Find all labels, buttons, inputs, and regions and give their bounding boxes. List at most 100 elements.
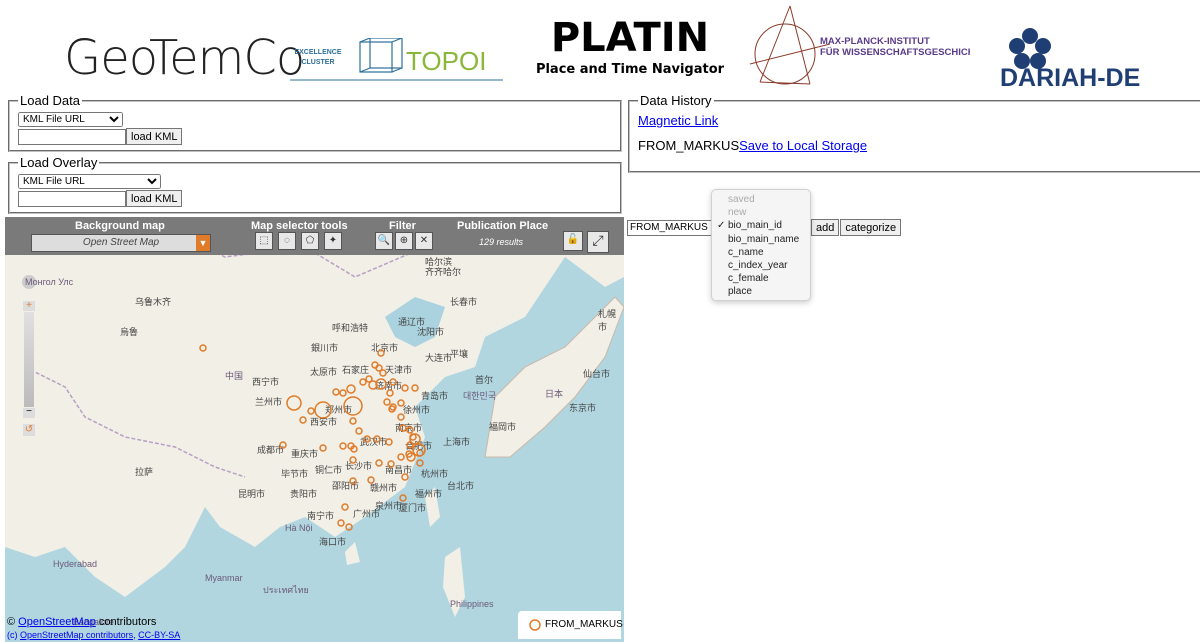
topoi-text: TOPOI xyxy=(406,46,486,76)
checkmark-icon: ✓ xyxy=(717,220,726,232)
dropdown-item-c-female[interactable]: c_female xyxy=(712,272,810,285)
platin-title: PLATIN xyxy=(550,15,710,61)
load-data-source-select[interactable]: KML File URL xyxy=(18,112,123,127)
platin-subtitle: Place and Time Navigator xyxy=(535,62,725,77)
country-label: Монгол Улс xyxy=(25,277,74,287)
city-label: 海口市 xyxy=(319,537,347,547)
city-label: 成都市 xyxy=(257,445,285,455)
city-label: 长春市 xyxy=(450,297,478,307)
mpi-line1: MAX-PLANCK-INSTITUT xyxy=(820,36,930,47)
zoom-in-icon[interactable]: + xyxy=(23,301,35,311)
load-data-legend: Load Data xyxy=(20,93,80,108)
city-label: 齐齐哈尔 xyxy=(425,267,462,277)
topoi-small-text: EXCELLENCE xyxy=(294,49,341,56)
city-label: 泉州市 xyxy=(375,501,403,511)
city-label: 南昌市 xyxy=(385,465,413,475)
mpi-logo: MAX-PLANCK-INSTITUT FÜR WISSENSCHAFTSGES… xyxy=(749,5,970,85)
load-overlay-legend: Load Overlay xyxy=(20,155,98,170)
city-label: 札幌市 xyxy=(598,309,617,332)
country-label: 日本 xyxy=(545,389,564,399)
license-attribution: (c) OpenStreetMap contributors, CC-BY-SA xyxy=(7,630,181,640)
map-legend: FROM_MARKUS xyxy=(518,611,623,639)
dropdown-item-place[interactable]: place xyxy=(712,285,810,298)
cc-by-sa-link[interactable]: CC-BY-SA xyxy=(138,630,180,640)
osm-attribution: © OpenStreetMap contributors xyxy=(7,616,157,628)
city-label: 太原市 xyxy=(310,367,338,377)
city-label: 呼和浩特 xyxy=(332,323,369,333)
dropdown-item-c-index-year[interactable]: c_index_year xyxy=(712,259,810,272)
circle-select-icon[interactable]: ◌ xyxy=(278,232,296,250)
load-data-panel: Load Data KML File URL load KML xyxy=(8,93,622,152)
load-overlay-kml-button[interactable]: load KML xyxy=(126,190,183,207)
filter-zoom-icon[interactable]: 🔍 xyxy=(375,232,393,250)
country-label: Hà Nội xyxy=(285,523,313,533)
city-label: 贵阳市 xyxy=(290,489,318,499)
legend-marker-icon xyxy=(529,619,541,631)
zoom-out-icon[interactable]: − xyxy=(23,407,35,418)
city-label: 南京市 xyxy=(395,423,423,433)
load-data-kml-button[interactable]: load KML xyxy=(126,128,183,145)
mpi-line2: FÜR WISSENSCHAFTSGESCHICHTE xyxy=(820,47,970,58)
fullscreen-icon[interactable]: ⤢ xyxy=(587,231,609,253)
polygon-select-icon[interactable]: ⬠ xyxy=(301,232,319,250)
city-label: 銀川市 xyxy=(311,343,339,353)
data-history-panel: Data History Magnetic Link FROM_MARKUSSa… xyxy=(628,93,1200,173)
background-map-select[interactable]: Open Street Map ▼ xyxy=(31,234,211,252)
column-dropdown-menu: saved new ✓ bio_main_id bio_main_name c_n… xyxy=(711,189,811,301)
country-label: Philippines xyxy=(450,599,494,609)
city-label: 长沙市 xyxy=(345,461,373,471)
city-label: 厦门市 xyxy=(399,503,427,513)
osm-link[interactable]: OpenStreetMap xyxy=(18,616,96,628)
city-label: 重庆市 xyxy=(291,449,319,459)
dariah-text: DARIAH-DE xyxy=(1000,64,1140,92)
map-canvas[interactable] xyxy=(5,217,624,642)
city-label: 西宁市 xyxy=(252,377,280,387)
reset-view-icon[interactable]: ↺ xyxy=(23,424,35,436)
map-widget[interactable]: Background map Open Street Map ▼ Map sel… xyxy=(5,217,624,642)
city-label: 南宁市 xyxy=(307,511,335,521)
city-label: 兰州市 xyxy=(255,397,283,407)
add-button[interactable]: add xyxy=(811,219,840,236)
filter-zoom-plus-icon[interactable]: ⊕ xyxy=(395,232,413,250)
load-overlay-url-input[interactable] xyxy=(18,190,126,207)
city-label: 天津市 xyxy=(385,365,413,375)
osm-contributors-link[interactable]: OpenStreetMap contributors xyxy=(20,630,133,640)
city-label: 济南市 xyxy=(375,381,403,391)
categorize-button[interactable]: categorize xyxy=(840,219,902,236)
city-label: 通辽市 xyxy=(398,317,426,327)
topoi-logo: EXCELLENCE CLUSTER TOPOI xyxy=(290,38,503,81)
dropdown-item-new: new xyxy=(728,207,747,219)
filter-close-icon[interactable]: ✕ xyxy=(415,232,433,250)
country-label: Hyderabad xyxy=(53,559,98,569)
city-label: 平壤 xyxy=(450,349,469,359)
dataset-name: FROM_MARKUS xyxy=(638,138,740,153)
zoom-slider[interactable] xyxy=(24,312,34,407)
map-selector-title: Map selector tools xyxy=(251,220,348,232)
map-toolbar: Background map Open Street Map ▼ Map sel… xyxy=(5,217,624,255)
city-label: 合肥市 xyxy=(405,441,433,451)
city-label: 首尔 xyxy=(475,375,494,385)
lock-icon[interactable]: 🔓 xyxy=(563,231,583,251)
city-label: 铜仁市 xyxy=(315,465,343,475)
load-overlay-source-select[interactable]: KML File URL xyxy=(18,174,161,189)
dataset-select[interactable]: FROM_MARKUS ⌄ xyxy=(627,219,721,236)
city-label: 上海市 xyxy=(443,437,471,447)
city-label: 福州市 xyxy=(415,489,443,499)
city-label: 赣州市 xyxy=(370,483,398,493)
square-select-icon[interactable]: ⬚ xyxy=(255,232,273,250)
magnetic-link[interactable]: Magnetic Link xyxy=(638,113,718,128)
city-label: 昆明市 xyxy=(238,489,266,499)
city-label: 台北市 xyxy=(447,481,475,491)
country-label: 中国 xyxy=(225,371,244,381)
dropdown-item-bio-main-name[interactable]: bio_main_name xyxy=(712,233,810,246)
save-local-storage-link[interactable]: Save to Local Storage xyxy=(739,138,867,153)
dropdown-item-bio-main-id[interactable]: ✓ bio_main_id xyxy=(712,219,810,232)
dropdown-item-c-name[interactable]: c_name xyxy=(712,246,810,259)
city-label: 毕节市 xyxy=(281,469,309,479)
city-label: 徐州市 xyxy=(403,405,431,415)
platin-logo: PLATIN Place and Time Navigator xyxy=(520,14,740,77)
country-select-icon[interactable]: ✦ xyxy=(324,232,342,250)
load-data-url-input[interactable] xyxy=(18,128,126,145)
city-label: 邵阳市 xyxy=(332,481,360,491)
country-label: Myanmar xyxy=(205,573,243,583)
